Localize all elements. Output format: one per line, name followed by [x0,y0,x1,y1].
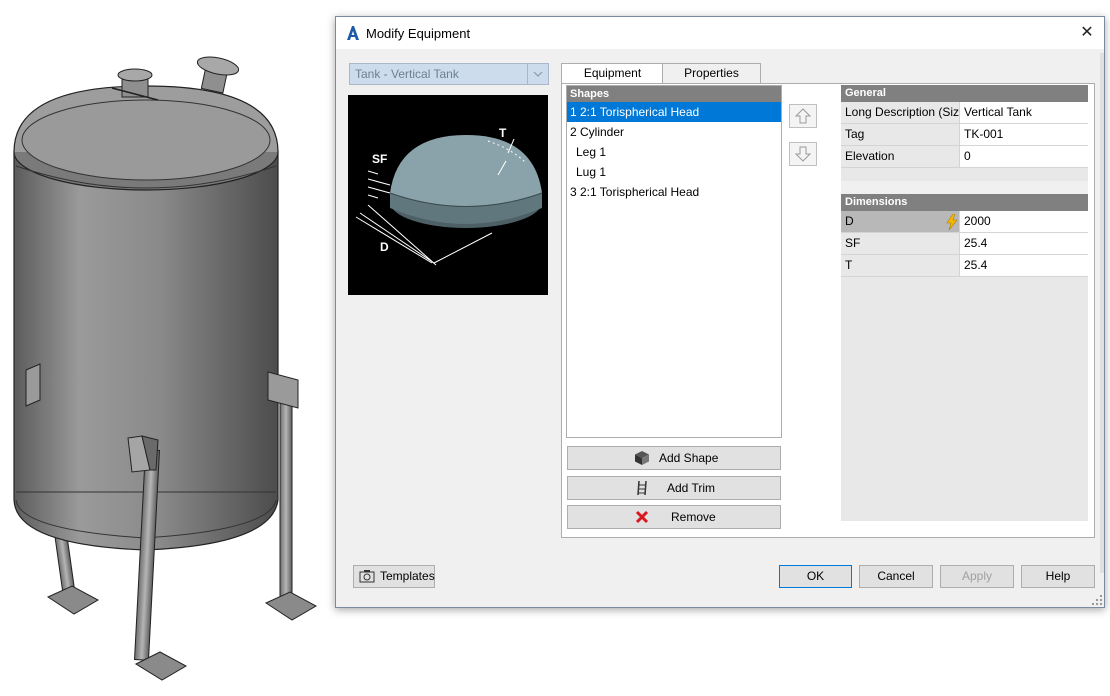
property-row[interactable]: D 2000 [841,211,1088,233]
torispherical-head-diagram: T SF D [355,126,543,266]
add-shape-label: Add Shape [659,451,719,465]
add-trim-label: Add Trim [667,481,716,495]
shape-item[interactable]: 3 2:1 Torispherical Head [567,182,781,202]
property-name: SF [841,233,960,254]
tab-properties[interactable]: Properties [662,63,761,83]
equipment-class-combo[interactable]: Tank - Vertical Tank [349,63,549,85]
property-row[interactable]: Elevation 0 [841,146,1088,168]
tab-equipment[interactable]: Equipment [561,63,664,84]
combo-value: Tank - Vertical Tank [355,67,459,81]
remove-label: Remove [671,510,716,524]
combo-dropdown-button[interactable] [527,64,548,84]
camera-icon [359,570,375,583]
shape-item[interactable]: Lug 1 [567,162,781,182]
autocad-app-icon [347,26,359,40]
arrow-up-icon [794,108,812,124]
tank-3d-model [0,40,330,693]
property-name: D [841,211,960,232]
modify-equipment-dialog: Modify Equipment ✕ Tank - Vertical Tank … [335,16,1105,608]
resize-grip-icon[interactable] [1092,595,1102,605]
property-name: T [841,255,960,276]
grid-spacer [841,181,1088,194]
close-button[interactable]: ✕ [1076,23,1098,43]
shape-item[interactable]: Leg 1 [567,142,781,162]
ladder-icon [637,480,647,496]
templates-button[interactable]: Templates [353,565,435,588]
property-name: Long Description (Size) [841,102,960,123]
shapes-header: Shapes [567,86,781,102]
lightning-icon [946,214,958,230]
chevron-down-icon [533,71,543,77]
property-value[interactable]: 2000 [964,211,991,232]
dialog-title: Modify Equipment [366,26,471,41]
property-value[interactable]: Vertical Tank [964,102,1032,123]
shape-item[interactable]: 2 Cylinder [567,122,781,142]
apply-button[interactable]: Apply [940,565,1014,588]
shapes-list: Shapes 1 2:1 Torispherical Head 2 Cylind… [566,85,782,438]
grid-spacer [841,168,1088,181]
shape-item[interactable]: 1 2:1 Torispherical Head [567,102,781,122]
add-shape-button[interactable]: Add Shape [567,446,781,470]
shape-preview: T SF D [348,95,548,295]
ok-button[interactable]: OK [779,565,852,588]
property-row[interactable]: T 25.4 [841,255,1088,277]
remove-button[interactable]: Remove [567,505,781,529]
templates-label: Templates [380,569,435,583]
general-section-header: General [841,85,1088,102]
property-name: Tag [841,124,960,145]
grid-empty-area [841,277,1088,521]
property-value[interactable]: 25.4 [964,233,987,254]
properties-grid: General Long Description (Size) Vertical… [841,85,1088,521]
diagram-label-d: D [380,240,389,254]
move-down-button[interactable] [789,142,817,166]
diagram-label-sf: SF [372,152,387,166]
property-value[interactable]: 25.4 [964,255,987,276]
title-bar: Modify Equipment ✕ [336,17,1104,49]
edge-scrollbar[interactable] [1100,53,1104,573]
cancel-button[interactable]: Cancel [859,565,933,588]
red-x-icon [635,510,649,524]
property-name: Elevation [841,146,960,167]
property-row[interactable]: Long Description (Size) Vertical Tank [841,102,1088,124]
move-up-button[interactable] [789,104,817,128]
dimensions-section-header: Dimensions [841,194,1088,211]
cube-icon [635,451,649,465]
property-row[interactable]: Tag TK-001 [841,124,1088,146]
property-row[interactable]: SF 25.4 [841,233,1088,255]
diagram-label-t: T [499,126,507,140]
property-value[interactable]: TK-001 [964,124,1003,145]
tank-nozzle-right [196,56,240,94]
property-value[interactable]: 0 [964,146,971,167]
help-button[interactable]: Help [1021,565,1095,588]
add-trim-button[interactable]: Add Trim [567,476,781,500]
arrow-down-icon [794,146,812,162]
